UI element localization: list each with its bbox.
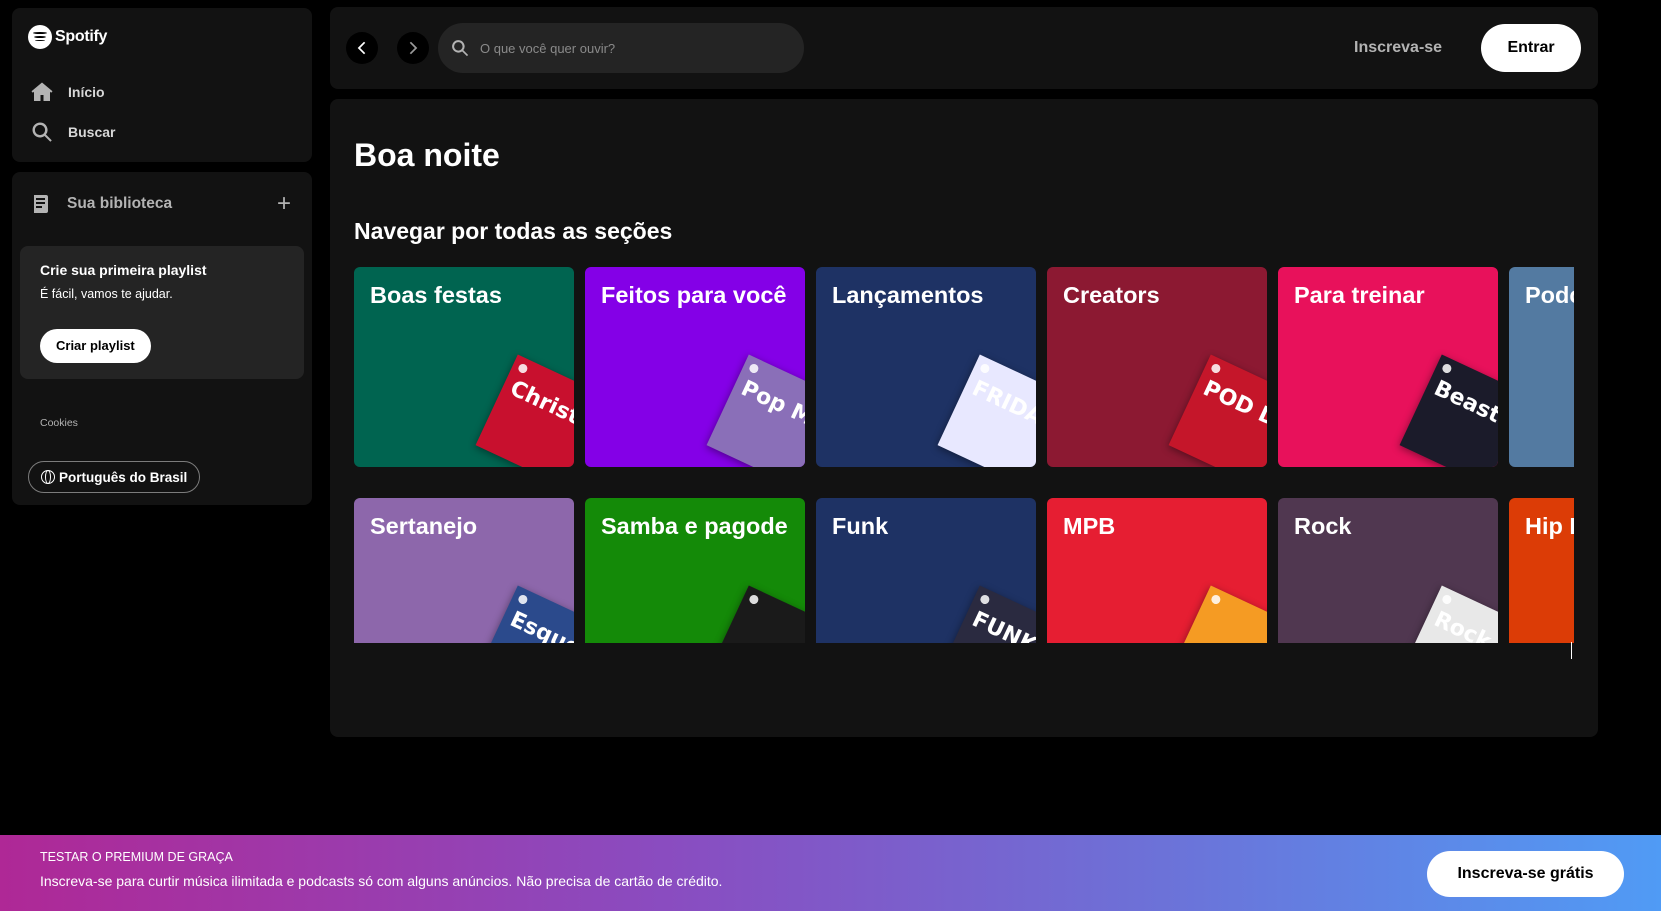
- library-header: Sua biblioteca +: [29, 192, 296, 216]
- create-playlist-subtitle: É fácil, vamos te ajudar.: [40, 287, 173, 301]
- sidebar-item-home[interactable]: Início: [30, 80, 105, 104]
- spotify-badge-icon: [978, 593, 991, 606]
- spotify-badge-icon: [747, 593, 760, 606]
- top-bar: Inscreva-se Entrar: [330, 7, 1598, 89]
- category-tile[interactable]: Hip Hop: [1509, 498, 1574, 643]
- spotify-badge-icon: [1440, 593, 1453, 606]
- category-tile[interactable]: Creators POD DELAS: [1047, 267, 1267, 467]
- back-button[interactable]: [346, 32, 378, 64]
- create-playlist-card: Crie sua primeira playlist É fácil, vamo…: [20, 246, 304, 379]
- sidebar-item-search-label: Buscar: [68, 124, 116, 140]
- create-playlist-button[interactable]: Criar playlist: [40, 329, 151, 363]
- library-icon[interactable]: [29, 192, 53, 216]
- category-tile[interactable]: Sertanejo Esquenta Sertanejo: [354, 498, 574, 643]
- signup-free-button[interactable]: Inscreva-se grátis: [1427, 851, 1624, 897]
- spotify-logo-icon: [28, 25, 52, 49]
- category-tile[interactable]: Funk FUNK: [816, 498, 1036, 643]
- category-tile[interactable]: Lançamentos FRIDAY: [816, 267, 1036, 467]
- category-tile[interactable]: Boas festas Christmas Hits: [354, 267, 574, 467]
- category-cover-art: [706, 585, 805, 643]
- category-cover-art: [1168, 585, 1267, 643]
- library-title[interactable]: Sua biblioteca: [67, 195, 172, 213]
- main-content: Boa noite Navegar por todas as seções Bo…: [330, 99, 1598, 737]
- category-cover-art: FRIDAY: [937, 354, 1036, 467]
- search-icon: [32, 122, 52, 142]
- category-cover-art: Christmas Hits: [475, 354, 574, 467]
- category-tile-label: Sertanejo: [370, 513, 478, 539]
- category-tile-label: Feitos para você: [601, 282, 787, 308]
- category-tile[interactable]: Para treinar Beast Mode: [1278, 267, 1498, 467]
- globe-icon: [41, 470, 55, 484]
- cover-art-text: Christmas Hits: [506, 376, 574, 467]
- search-bar[interactable]: [438, 23, 804, 73]
- category-tile-label: Rock: [1294, 513, 1352, 539]
- cover-art-text: Esquenta Sertanejo: [506, 607, 574, 643]
- spotify-badge-icon: [747, 362, 760, 375]
- cookies-link[interactable]: Cookies: [40, 417, 78, 429]
- spotify-badge-icon: [516, 593, 529, 606]
- spotify-badge-icon: [516, 362, 529, 375]
- category-tile-label: Para treinar: [1294, 282, 1425, 308]
- spotify-badge-icon: [1209, 362, 1222, 375]
- banner-text: Inscreva-se para curtir música ilimitada…: [40, 873, 723, 889]
- category-tile[interactable]: Samba e pagode: [585, 498, 805, 643]
- category-tile[interactable]: Podcasts: [1509, 267, 1574, 467]
- category-tile-label: Hip Hop: [1525, 513, 1574, 539]
- signup-link[interactable]: Inscreva-se: [1354, 39, 1442, 57]
- search-input[interactable]: [480, 40, 780, 56]
- category-tile[interactable]: Rock Rock This: [1278, 498, 1498, 643]
- category-tile-label: Funk: [832, 513, 889, 539]
- language-button[interactable]: Português do Brasil: [28, 461, 201, 493]
- plus-icon[interactable]: +: [272, 192, 296, 216]
- section-title: Navegar por todas as seções: [354, 218, 673, 244]
- login-button[interactable]: Entrar: [1481, 24, 1581, 72]
- premium-banner: TESTAR O PREMIUM DE GRAÇA Inscreva-se pa…: [0, 835, 1661, 911]
- cover-art-text: FUNK: [968, 607, 1036, 643]
- spotify-logo-text: Spotify: [55, 28, 108, 45]
- category-tile-label: Creators: [1063, 282, 1160, 308]
- category-cover-art: Rock This: [1399, 585, 1498, 643]
- cover-art-text: Beast Mode: [1430, 376, 1498, 460]
- sidebar-nav-panel: Spotify Início Buscar: [12, 8, 312, 162]
- category-tile-label: Boas festas: [370, 282, 502, 308]
- sidebar-item-home-label: Início: [68, 84, 105, 100]
- language-label: Português do Brasil: [59, 469, 188, 485]
- create-playlist-title: Crie sua primeira playlist: [40, 262, 207, 278]
- spotify-badge-icon: [1209, 593, 1222, 606]
- cover-art-text: Rock This: [1430, 607, 1498, 643]
- cover-art-text: POD DELAS: [1199, 376, 1267, 459]
- category-tile-label: Lançamentos: [832, 282, 984, 308]
- library-panel: Sua biblioteca + Crie sua primeira playl…: [12, 172, 312, 505]
- search-icon: [452, 40, 469, 57]
- category-grid: Boas festasChristmas HitsFeitos para voc…: [354, 267, 1574, 643]
- spotify-logo[interactable]: Spotify: [28, 25, 107, 49]
- category-tile-label: MPB: [1063, 513, 1116, 539]
- cover-art-text: Pop Mix: [737, 376, 805, 441]
- sidebar-item-search[interactable]: Buscar: [30, 120, 115, 144]
- spotify-badge-icon: [1440, 362, 1453, 375]
- category-tile[interactable]: Feitos para você Pop Mix: [585, 267, 805, 467]
- category-cover-art: Esquenta Sertanejo: [475, 585, 574, 643]
- category-tile-label: Podcasts: [1525, 282, 1574, 308]
- category-tile[interactable]: MPB: [1047, 498, 1267, 643]
- banner-kicker: TESTAR O PREMIUM DE GRAÇA: [40, 850, 233, 864]
- chevron-left-icon: [357, 41, 366, 55]
- category-cover-art: POD DELAS: [1168, 354, 1267, 467]
- forward-button[interactable]: [397, 32, 429, 64]
- chevron-right-icon: [409, 41, 418, 55]
- home-icon: [31, 82, 53, 101]
- category-cover-art: Beast Mode: [1399, 354, 1498, 467]
- category-cover-art: Pop Mix: [706, 354, 805, 467]
- text-cursor: [1571, 642, 1572, 659]
- category-tile-label: Samba e pagode: [601, 513, 788, 539]
- category-cover-art: FUNK: [937, 585, 1036, 643]
- spotify-badge-icon: [978, 362, 991, 375]
- page-title: Boa noite: [354, 137, 500, 173]
- cover-art-text: FRIDAY: [968, 376, 1036, 437]
